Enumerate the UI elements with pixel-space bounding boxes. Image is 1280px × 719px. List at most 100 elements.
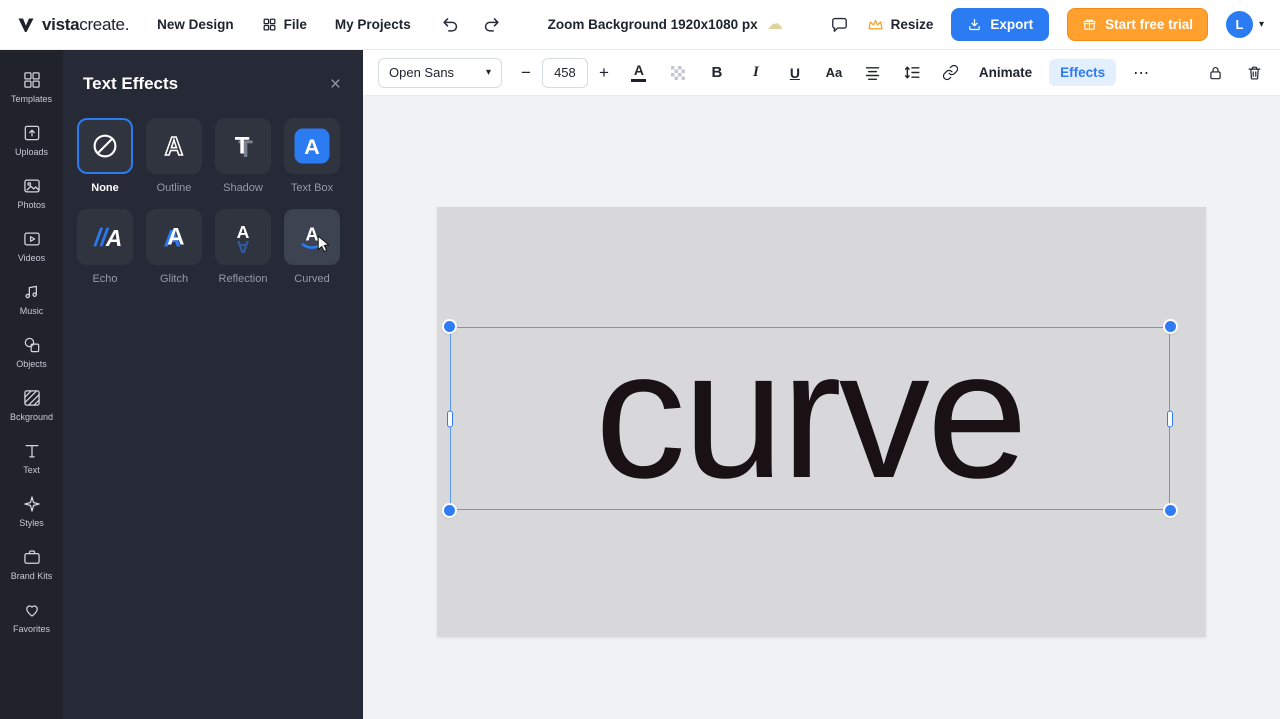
text-element-selection[interactable]: curve — [444, 321, 1176, 516]
highlight-color-button[interactable] — [667, 60, 689, 86]
resize-handle-right[interactable] — [1167, 410, 1173, 427]
bold-button[interactable]: B — [706, 60, 728, 86]
sidebar-item-favorites[interactable]: Favorites — [0, 590, 63, 643]
sidebar-item-uploads[interactable]: Uploads — [0, 113, 63, 166]
new-design-menu[interactable]: New Design — [157, 17, 234, 32]
effect-label: Reflection — [218, 273, 268, 285]
resize-handle-bottom-left[interactable] — [444, 505, 455, 516]
effect-label: Curved — [294, 273, 330, 285]
text-toolbar: Open Sans ▾ − 458 + A B I U Aa Animate E… — [363, 50, 1280, 96]
logo-bold: vista — [42, 14, 80, 34]
undo-button[interactable] — [441, 16, 460, 33]
sidebar: Templates Uploads Photos Videos Music Ob… — [0, 50, 63, 719]
sidebar-item-background[interactable]: Bckground — [0, 378, 63, 431]
undo-redo-group — [441, 16, 501, 33]
lock-button[interactable] — [1204, 60, 1226, 86]
sidebar-item-objects[interactable]: Objects — [0, 325, 63, 378]
italic-button[interactable]: I — [745, 60, 767, 86]
effect-text-box[interactable]: A Text Box — [284, 118, 340, 194]
sidebar-label: Styles — [19, 517, 44, 528]
templates-icon — [23, 71, 40, 88]
mouse-cursor — [317, 235, 331, 253]
more-options-button[interactable]: ⋯ — [1133, 63, 1150, 83]
text-box-effect-icon: A — [294, 128, 330, 164]
trash-icon — [1248, 66, 1260, 80]
styles-icon — [23, 495, 40, 512]
animate-button[interactable]: Animate — [979, 65, 1032, 80]
sidebar-label: Text — [23, 464, 40, 475]
resize-label: Resize — [890, 17, 934, 32]
resize-handle-top-left[interactable] — [444, 321, 455, 332]
svg-text:A: A — [105, 225, 122, 251]
text-color-swatch — [631, 79, 647, 82]
close-icon[interactable]: × — [330, 75, 341, 94]
resize-handle-bottom-right[interactable] — [1165, 505, 1176, 516]
link-button[interactable] — [940, 60, 962, 86]
sidebar-label: Uploads — [14, 146, 49, 157]
download-icon — [969, 18, 981, 31]
sidebar-item-music[interactable]: Music — [0, 272, 63, 325]
effect-reflection-tile: A A — [215, 209, 271, 265]
font-size-value[interactable]: 458 — [541, 57, 588, 88]
header-nav: New Design File My Projects — [157, 17, 411, 32]
effect-reflection[interactable]: A A Reflection — [215, 209, 271, 285]
echo-effect-icon: A — [93, 225, 122, 251]
decrease-font-size-button[interactable]: − — [519, 63, 533, 83]
text-effects-panel: Text Effects × None A Outline T T Shadow… — [63, 50, 363, 719]
vistacreate-logo[interactable]: vistacreate. — [16, 15, 129, 35]
text-align-button[interactable] — [862, 60, 884, 86]
export-button[interactable]: Export — [951, 8, 1050, 41]
sidebar-item-brand-kits[interactable]: Brand Kits — [0, 537, 63, 590]
resize-button[interactable]: Resize — [867, 17, 934, 32]
sidebar-item-styles[interactable]: Styles — [0, 484, 63, 537]
sidebar-label: Objects — [16, 358, 47, 369]
svg-text:A: A — [237, 237, 250, 257]
effects-grid: None A Outline T T Shadow A Text Box A E… — [63, 114, 363, 289]
my-projects-menu[interactable]: My Projects — [335, 17, 411, 32]
svg-text:A: A — [167, 224, 184, 251]
line-spacing-button[interactable] — [901, 60, 923, 86]
effect-label: Echo — [92, 273, 118, 285]
delete-button[interactable] — [1243, 60, 1265, 86]
svg-text:A: A — [165, 133, 183, 161]
sidebar-item-templates[interactable]: Templates — [0, 60, 63, 113]
avatar: L — [1225, 11, 1253, 38]
design-canvas[interactable]: curve — [437, 207, 1206, 637]
underline-button[interactable]: U — [784, 60, 806, 86]
document-title[interactable]: Zoom Background 1920x1080 px — [548, 17, 758, 32]
canvas-text[interactable]: curve — [595, 323, 1028, 505]
sidebar-item-photos[interactable]: Photos — [0, 166, 63, 219]
font-family-select[interactable]: Open Sans ▾ — [378, 57, 502, 88]
file-menu[interactable]: File — [262, 17, 307, 32]
effect-label: Outline — [156, 182, 192, 194]
increase-font-size-button[interactable]: + — [597, 63, 611, 83]
effect-echo[interactable]: A Echo — [77, 209, 133, 285]
effect-curved[interactable]: A Curved — [284, 209, 340, 285]
effect-none[interactable]: None — [77, 118, 133, 194]
effect-shadow[interactable]: T T Shadow — [215, 118, 271, 194]
effect-none-tile — [77, 118, 133, 174]
text-color-button[interactable]: A — [628, 60, 650, 86]
resize-handle-left[interactable] — [447, 410, 453, 427]
heart-icon — [25, 604, 38, 617]
sidebar-item-videos[interactable]: Videos — [0, 219, 63, 272]
comment-icon — [831, 17, 847, 32]
font-family-value: Open Sans — [389, 65, 455, 80]
comments-button[interactable] — [830, 15, 849, 34]
uploads-icon — [24, 125, 39, 140]
canvas-area[interactable]: curve — [363, 96, 1280, 719]
redo-button[interactable] — [482, 16, 501, 33]
effect-glitch[interactable]: A A Glitch — [146, 209, 202, 285]
resize-handle-top-right[interactable] — [1165, 321, 1176, 332]
glitch-effect-icon: A A — [163, 224, 184, 253]
sidebar-item-text[interactable]: Text — [0, 431, 63, 484]
account-menu[interactable]: L ▾ — [1225, 11, 1264, 38]
brand-kits-icon — [23, 549, 40, 564]
effects-button[interactable]: Effects — [1049, 59, 1117, 86]
text-case-button[interactable]: Aa — [823, 60, 845, 86]
sidebar-label: Music — [19, 305, 44, 316]
effect-outline[interactable]: A Outline — [146, 118, 202, 194]
start-free-trial-button[interactable]: Start free trial — [1067, 8, 1208, 41]
file-menu-label: File — [283, 17, 307, 32]
panel-header: Text Effects × — [63, 50, 363, 114]
